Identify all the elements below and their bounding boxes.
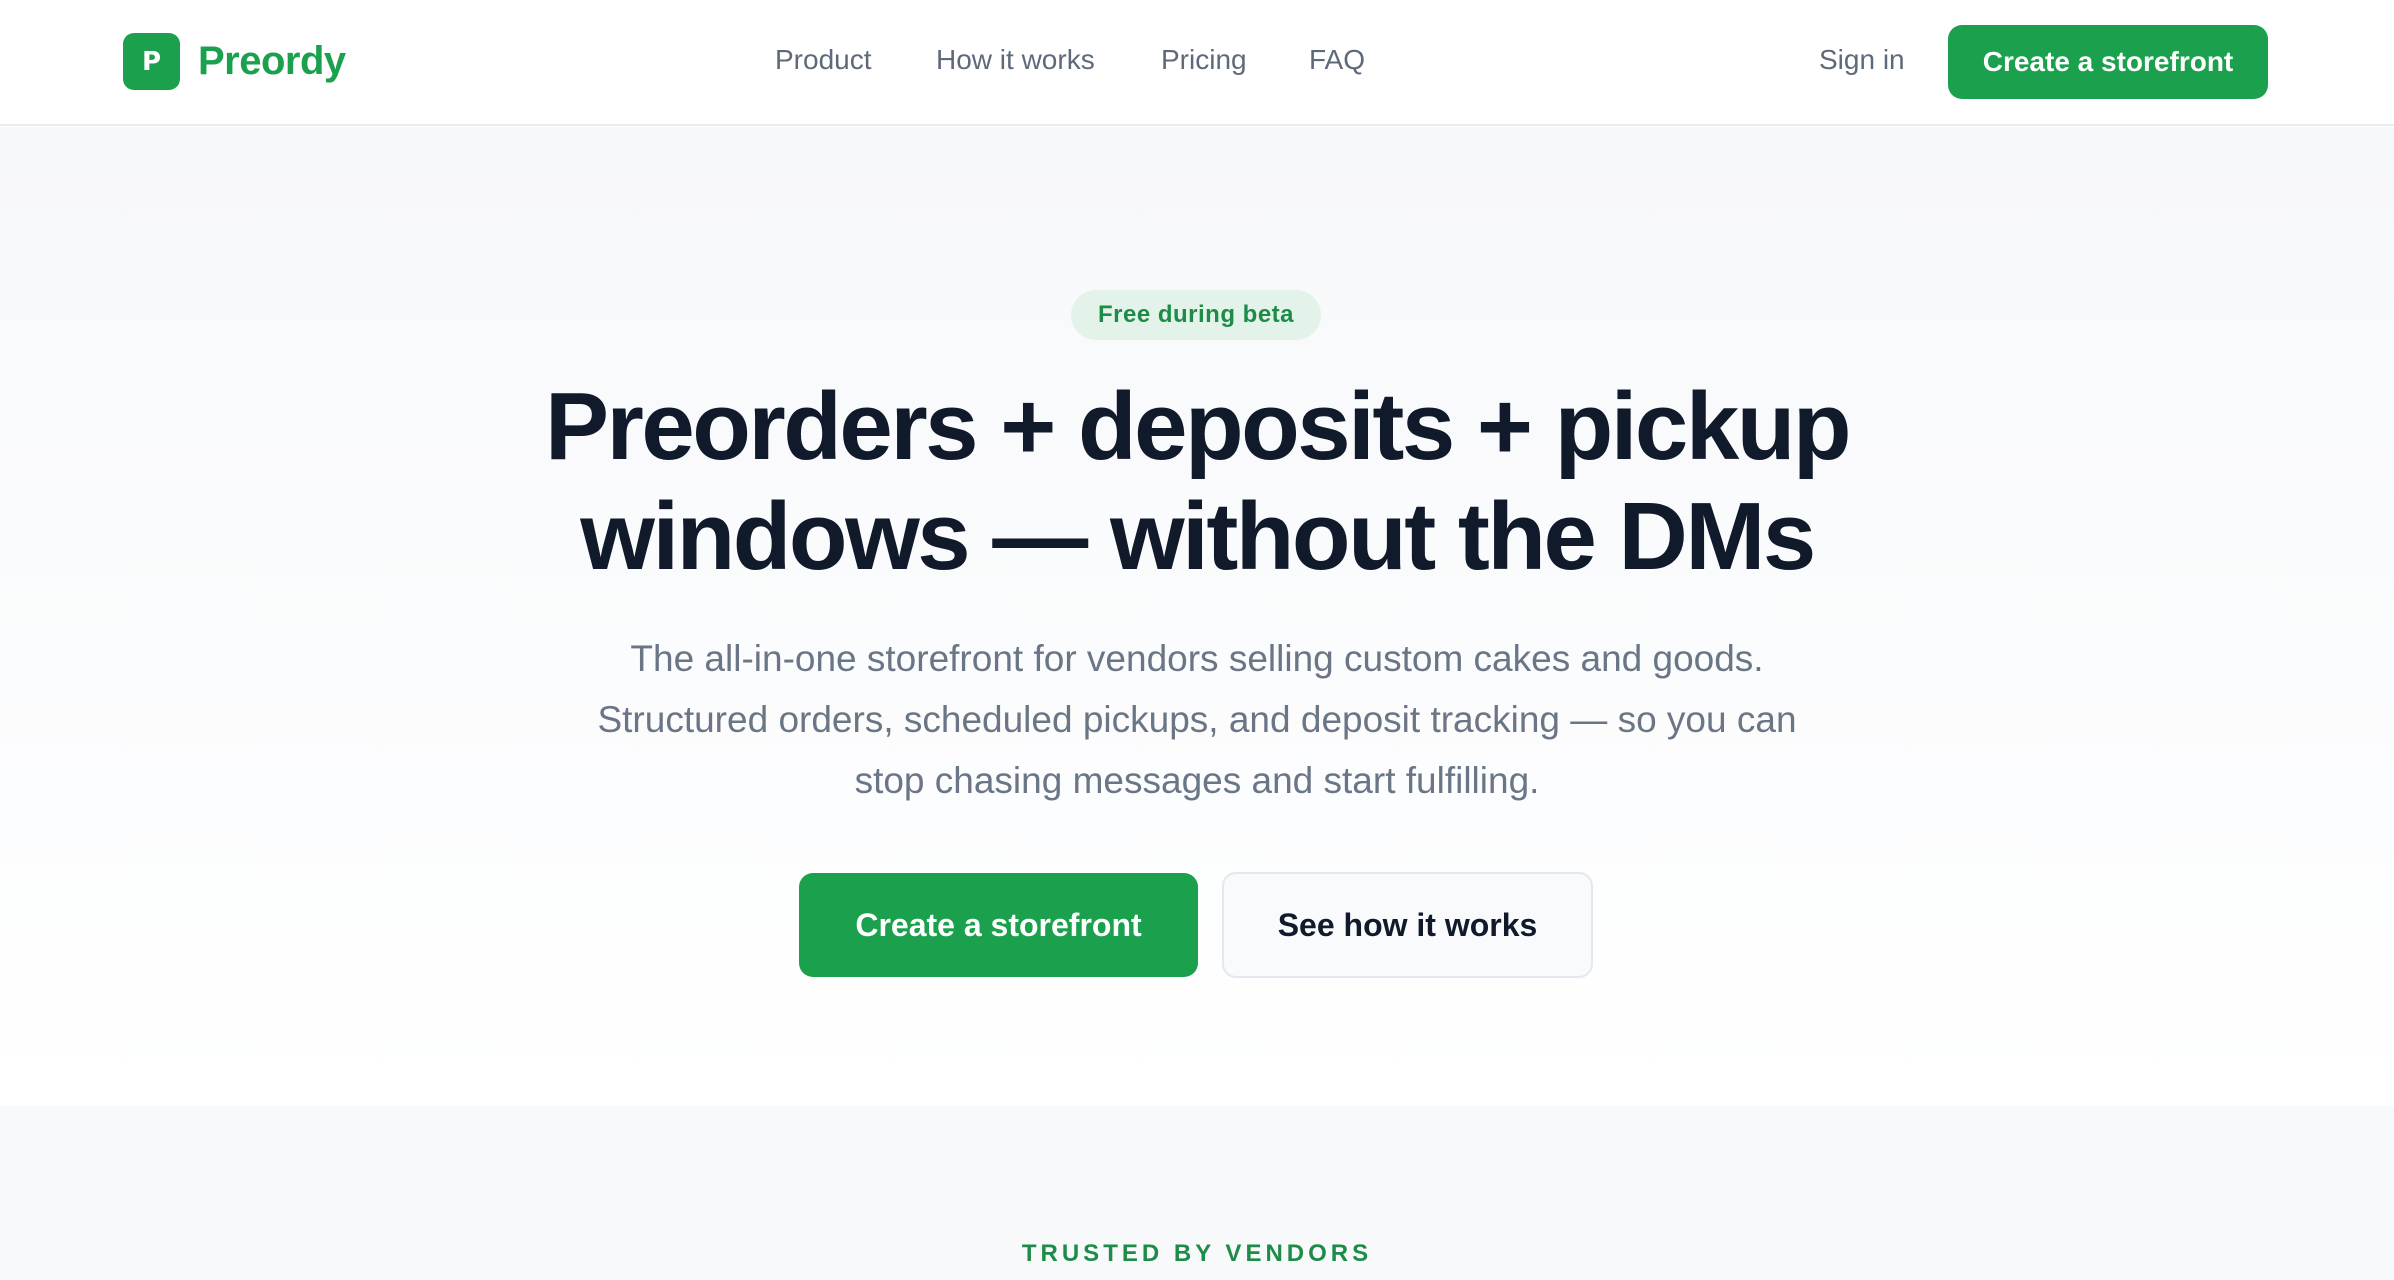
hero-subheading-line-3: stop chasing messages and start fulfilli… xyxy=(854,760,1540,801)
site-header: P Preordy Product How it works Pricing F… xyxy=(0,0,2394,126)
brand-name: Preordy xyxy=(198,39,346,83)
nav-link-pricing[interactable]: Pricing xyxy=(1161,44,1247,76)
hero-subheading-line-1: The all-in-one storefront for vendors se… xyxy=(630,638,1764,679)
sign-in-link[interactable]: Sign in xyxy=(1819,44,1905,76)
landing-page: P Preordy Product How it works Pricing F… xyxy=(0,0,2394,1280)
hero-subheading: The all-in-one storefront for vendors se… xyxy=(497,628,1897,811)
beta-badge: Free during beta xyxy=(1071,290,1321,340)
hero-subheading-line-2: Structured orders, scheduled pickups, an… xyxy=(597,699,1797,740)
brand-logo[interactable]: P Preordy xyxy=(123,33,346,90)
hero-create-storefront-button[interactable]: Create a storefront xyxy=(799,873,1198,977)
trusted-by-vendors-label: TRUSTED BY VENDORS xyxy=(1021,1240,1373,1267)
brand-mark-icon: P xyxy=(123,33,180,90)
hero-headline: Preorders + deposits + pickup windows — … xyxy=(397,372,1997,592)
nav-link-product[interactable]: Product xyxy=(775,44,872,76)
nav-link-how-it-works[interactable]: How it works xyxy=(936,44,1095,76)
hero-headline-line-1: Preorders + deposits + pickup xyxy=(545,373,1851,480)
see-how-it-works-button[interactable]: See how it works xyxy=(1222,872,1593,978)
hero-headline-line-2: windows — without the DMs xyxy=(580,483,1816,590)
header-create-storefront-button[interactable]: Create a storefront xyxy=(1948,25,2268,99)
nav-link-faq[interactable]: FAQ xyxy=(1309,44,1365,76)
